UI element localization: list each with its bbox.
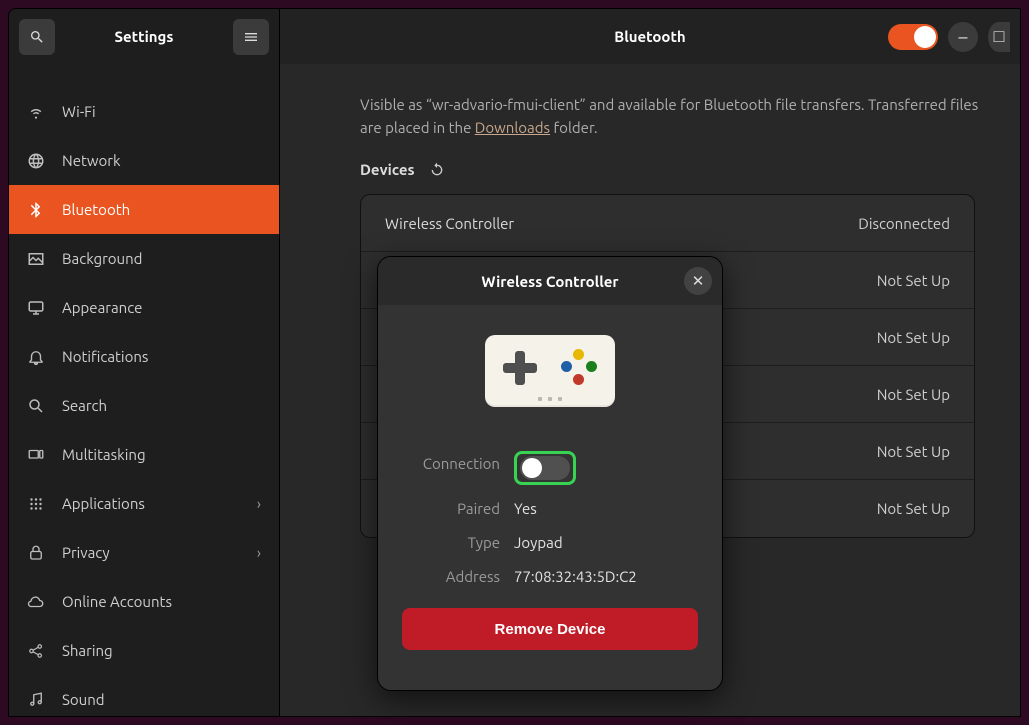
- sidebar-item-sound[interactable]: Sound: [9, 675, 279, 716]
- dialog-body: Connection Paired Yes Type Joypad Addres…: [378, 305, 722, 650]
- sidebar-item-notifications[interactable]: Notifications: [9, 332, 279, 381]
- close-icon: ✕: [692, 272, 705, 290]
- cloud-icon: [27, 593, 45, 611]
- sidebar: Settings Wi-Fi Network Bluetooth Backgro…: [9, 9, 280, 716]
- sidebar-item-applications[interactable]: Applications ›: [9, 479, 279, 528]
- sidebar-item-sharing[interactable]: Sharing: [9, 626, 279, 675]
- sidebar-title: Settings: [115, 28, 174, 45]
- sidebar-item-background[interactable]: Background: [9, 234, 279, 283]
- sidebar-item-bluetooth[interactable]: Bluetooth: [9, 185, 279, 234]
- music-icon: [27, 691, 45, 709]
- main-header: Bluetooth – □: [280, 9, 1020, 64]
- sidebar-header: Settings: [9, 9, 279, 64]
- wifi-icon: [27, 103, 45, 121]
- page-title: Bluetooth: [614, 28, 685, 45]
- sidebar-item-wifi[interactable]: Wi-Fi: [9, 87, 279, 136]
- paired-value: Yes: [514, 496, 698, 522]
- sidebar-item-privacy[interactable]: Privacy ›: [9, 528, 279, 577]
- maximize-button[interactable]: □: [988, 22, 1010, 52]
- header-actions: – □: [888, 22, 1010, 52]
- info-text: folder.: [550, 119, 598, 136]
- sidebar-list: Wi-Fi Network Bluetooth Background Appea…: [9, 64, 279, 716]
- sidebar-item-label: Online Accounts: [62, 593, 172, 610]
- bluetooth-icon: [27, 201, 45, 219]
- dialog-header: Wireless Controller ✕: [378, 257, 722, 305]
- sidebar-item-label: Sharing: [62, 642, 113, 659]
- search-icon: [29, 29, 45, 45]
- chevron-right-icon: ›: [257, 544, 261, 561]
- remove-device-button[interactable]: Remove Device: [402, 608, 698, 650]
- gamepad-icon: [485, 335, 615, 407]
- device-status: Not Set Up: [877, 329, 950, 346]
- paired-label: Paired: [402, 496, 514, 522]
- connection-toggle[interactable]: [520, 456, 570, 480]
- share-icon: [27, 642, 45, 660]
- info-text: Visible as “: [360, 96, 432, 113]
- visibility-info: Visible as “wr-advario-fmui-client” and …: [360, 94, 980, 139]
- multitasking-icon: [27, 446, 45, 464]
- sidebar-item-multitasking[interactable]: Multitasking: [9, 430, 279, 479]
- device-status: Not Set Up: [877, 443, 950, 460]
- device-name: Wireless Controller: [385, 215, 514, 232]
- close-button[interactable]: ✕: [684, 267, 712, 295]
- hamburger-icon: [243, 29, 259, 45]
- address-label: Address: [402, 564, 514, 590]
- sidebar-item-label: Search: [62, 397, 107, 414]
- devices-label: Devices: [360, 161, 415, 178]
- lock-icon: [27, 544, 45, 562]
- bell-icon: [27, 348, 45, 366]
- type-label: Type: [402, 530, 514, 556]
- apps-icon: [27, 495, 45, 513]
- type-value: Joypad: [514, 530, 698, 556]
- connection-label: Connection: [402, 451, 514, 488]
- sidebar-item-online-accounts[interactable]: Online Accounts: [9, 577, 279, 626]
- search-icon: [27, 397, 45, 415]
- dialog-title: Wireless Controller: [481, 273, 618, 290]
- device-status: Not Set Up: [877, 272, 950, 289]
- appearance-icon: [27, 299, 45, 317]
- sidebar-item-label: Notifications: [62, 348, 148, 365]
- sidebar-item-label: Appearance: [62, 299, 142, 316]
- device-status: Not Set Up: [877, 500, 950, 517]
- menu-button[interactable]: [233, 19, 269, 55]
- sidebar-item-label: Privacy: [62, 544, 110, 561]
- address-value: 77:08:32:43:5D:C2: [514, 564, 698, 590]
- device-properties: Connection Paired Yes Type Joypad Addres…: [402, 451, 698, 590]
- sidebar-item-label: Network: [62, 152, 121, 169]
- device-status: Disconnected: [858, 215, 950, 232]
- connection-toggle-highlight: [514, 451, 576, 485]
- devices-header: Devices: [360, 161, 1020, 178]
- hostname-text: wr-advario-fmui-client: [432, 96, 580, 113]
- globe-icon: [27, 152, 45, 170]
- sidebar-item-search[interactable]: Search: [9, 381, 279, 430]
- sidebar-item-label: Wi-Fi: [62, 103, 96, 120]
- refresh-icon: [429, 162, 445, 178]
- sidebar-item-label: Background: [62, 250, 142, 267]
- sidebar-item-label: Sound: [62, 691, 105, 708]
- chevron-right-icon: ›: [257, 495, 261, 512]
- search-button[interactable]: [19, 19, 55, 55]
- device-status: Not Set Up: [877, 386, 950, 403]
- downloads-link[interactable]: Downloads: [475, 119, 550, 136]
- sidebar-item-network[interactable]: Network: [9, 136, 279, 185]
- sidebar-item-appearance[interactable]: Appearance: [9, 283, 279, 332]
- sidebar-item-label: Applications: [62, 495, 145, 512]
- device-dialog: Wireless Controller ✕ Connection Paired …: [377, 256, 723, 691]
- sidebar-item-label: Multitasking: [62, 446, 146, 463]
- minimize-button[interactable]: –: [948, 22, 978, 52]
- sidebar-item-label: Bluetooth: [62, 201, 130, 218]
- bluetooth-toggle[interactable]: [888, 24, 938, 50]
- background-icon: [27, 250, 45, 268]
- device-row[interactable]: Wireless Controller Disconnected: [361, 195, 974, 252]
